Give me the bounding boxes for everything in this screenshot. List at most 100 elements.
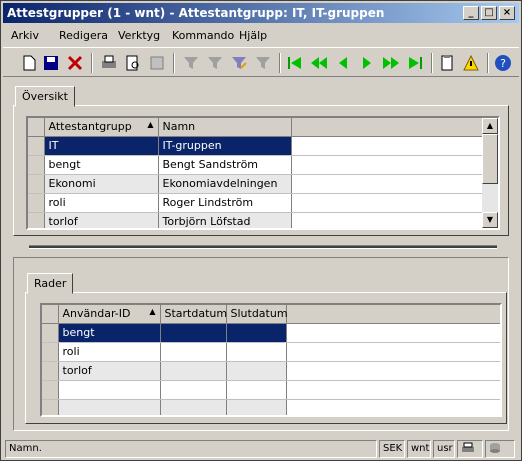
next-page-icon[interactable] — [381, 53, 401, 73]
notes-icon[interactable] — [437, 53, 457, 73]
splitter[interactable] — [29, 245, 497, 249]
cell-group[interactable]: IT — [44, 136, 159, 156]
status-print-icon[interactable] — [457, 440, 483, 458]
column-header-empty — [286, 305, 500, 324]
filter-icon[interactable] — [181, 53, 201, 73]
toolbar: ? — [3, 47, 519, 77]
cell-name[interactable]: IT-gruppen — [158, 136, 292, 156]
table-row[interactable]: bengt — [42, 323, 500, 343]
menu-hjalp[interactable]: Hjälp — [239, 29, 267, 42]
column-header-slutdatum[interactable]: Slutdatum — [226, 305, 288, 324]
cell-start[interactable] — [160, 342, 227, 362]
tab-oversikt[interactable]: Översikt — [15, 86, 75, 107]
table-row[interactable]: torlof Torbjörn Löfstad — [28, 212, 485, 228]
cell-start[interactable] — [160, 323, 227, 343]
help-icon[interactable]: ? — [493, 53, 513, 73]
filter-edit-icon[interactable] — [229, 53, 249, 73]
database-icon — [490, 443, 500, 453]
toolbar-separator — [173, 53, 175, 73]
scroll-down-button[interactable]: ▼ — [482, 212, 498, 228]
cell-name[interactable]: Ekonomiavdelningen — [158, 174, 292, 194]
cell-user-id[interactable]: roli — [58, 342, 161, 362]
column-header-namn[interactable]: Namn — [158, 118, 292, 137]
table-row[interactable]: Ekonomi Ekonomiavdelningen — [28, 174, 485, 194]
window-title: Attestgrupper (1 - wnt) - Attestantgrupp… — [7, 6, 385, 20]
svg-text:?: ? — [500, 57, 506, 70]
sort-asc-icon: ▲ — [149, 307, 156, 317]
minimize-button[interactable]: _ — [463, 6, 479, 20]
menu-arkiv[interactable]: Arkiv — [11, 29, 39, 42]
previous-record-icon[interactable] — [333, 53, 353, 73]
sort-asc-icon: ▲ — [147, 120, 154, 130]
cell-group[interactable]: torlof — [44, 212, 159, 228]
cell-start[interactable] — [160, 361, 227, 381]
column-header-attestantgrupp[interactable]: Attestantgrupp ▲ — [44, 118, 159, 137]
scroll-thumb[interactable] — [482, 134, 498, 184]
menu-redigera[interactable]: Redigera — [59, 29, 108, 42]
next-record-icon[interactable] — [357, 53, 377, 73]
table-row[interactable] — [42, 399, 500, 415]
warning-icon[interactable] — [461, 53, 481, 73]
export-icon[interactable] — [147, 53, 167, 73]
cell-end[interactable] — [226, 323, 287, 343]
new-icon[interactable] — [19, 53, 39, 73]
toolbar-separator — [279, 53, 281, 73]
maximize-button[interactable]: □ — [481, 6, 497, 20]
app-window: Attestgrupper (1 - wnt) - Attestantgrupp… — [0, 0, 522, 461]
toolbar-separator — [487, 53, 489, 73]
column-label: Attestantgrupp — [48, 120, 132, 134]
tab-rader[interactable]: Rader — [27, 273, 74, 294]
cell-group[interactable]: roli — [44, 193, 159, 213]
print-icon[interactable] — [99, 53, 119, 73]
tab-oversikt-label: Översikt — [22, 90, 68, 103]
column-label: Användar-ID — [62, 307, 131, 321]
table-row[interactable]: roli — [42, 342, 500, 362]
table-row[interactable] — [42, 380, 500, 400]
toolbar-separator — [431, 53, 433, 73]
table-row[interactable]: IT IT-gruppen — [28, 136, 485, 156]
table-row[interactable]: torlof — [42, 361, 500, 381]
column-header-startdatum[interactable]: Startdatum — [160, 305, 227, 324]
close-button[interactable]: × — [499, 6, 515, 20]
user-grid: Användar-ID ▲ Startdatum Slutdatum bengt … — [40, 303, 502, 417]
column-header-empty — [291, 118, 485, 137]
status-currency: SEK — [379, 440, 405, 458]
delete-icon[interactable] — [65, 53, 85, 73]
attest-group-table: Attestantgrupp ▲ Namn IT IT-gruppen bengt B… — [28, 118, 485, 228]
corner-cell — [28, 118, 45, 137]
cell-user-id[interactable]: torlof — [58, 361, 161, 381]
rader-panel: Användar-ID ▲ Startdatum Slutdatum bengt … — [25, 292, 507, 424]
column-header-anvandar-id[interactable]: Användar-ID ▲ — [58, 305, 161, 324]
cell-end[interactable] — [226, 342, 287, 362]
scroll-up-button[interactable]: ▲ — [482, 118, 498, 134]
cell-group[interactable]: bengt — [44, 155, 159, 175]
table-row[interactable]: bengt Bengt Sandström — [28, 155, 485, 175]
table-row[interactable]: roli Roger Lindström — [28, 193, 485, 213]
menu-verktyg[interactable]: Verktyg — [118, 29, 160, 42]
cell-name[interactable]: Torbjörn Löfstad — [158, 212, 292, 228]
cell-user-id[interactable]: bengt — [58, 323, 161, 343]
toolbar-separator — [91, 53, 93, 73]
cell-name[interactable]: Bengt Sandström — [158, 155, 292, 175]
first-record-icon[interactable] — [285, 53, 305, 73]
menu-kommando[interactable]: Kommando — [172, 29, 234, 42]
status-user: usr — [433, 440, 455, 458]
previous-page-icon[interactable] — [309, 53, 329, 73]
status-text: Namn. — [5, 440, 377, 458]
user-table: Användar-ID ▲ Startdatum Slutdatum bengt … — [42, 305, 500, 415]
last-record-icon[interactable] — [405, 53, 425, 73]
save-icon[interactable] — [41, 53, 61, 73]
oversikt-panel: Attestantgrupp ▲ Namn IT IT-gruppen bengt B… — [13, 105, 509, 236]
vertical-scrollbar[interactable]: ▲ ▼ — [482, 118, 498, 228]
attest-group-grid: Attestantgrupp ▲ Namn IT IT-gruppen bengt B… — [26, 116, 500, 230]
cell-name[interactable]: Roger Lindström — [158, 193, 292, 213]
print-preview-icon[interactable] — [123, 53, 143, 73]
filter-remove-icon[interactable] — [253, 53, 273, 73]
status-db-icon[interactable] — [485, 440, 515, 458]
cell-end[interactable] — [226, 361, 287, 381]
title-bar: Attestgrupper (1 - wnt) - Attestantgrupp… — [3, 3, 519, 23]
filter-add-icon[interactable] — [205, 53, 225, 73]
cell-group[interactable]: Ekonomi — [44, 174, 159, 194]
menu-bar: Arkiv Redigera Verktyg Kommando Hjälp — [3, 25, 519, 45]
corner-cell — [42, 305, 59, 324]
